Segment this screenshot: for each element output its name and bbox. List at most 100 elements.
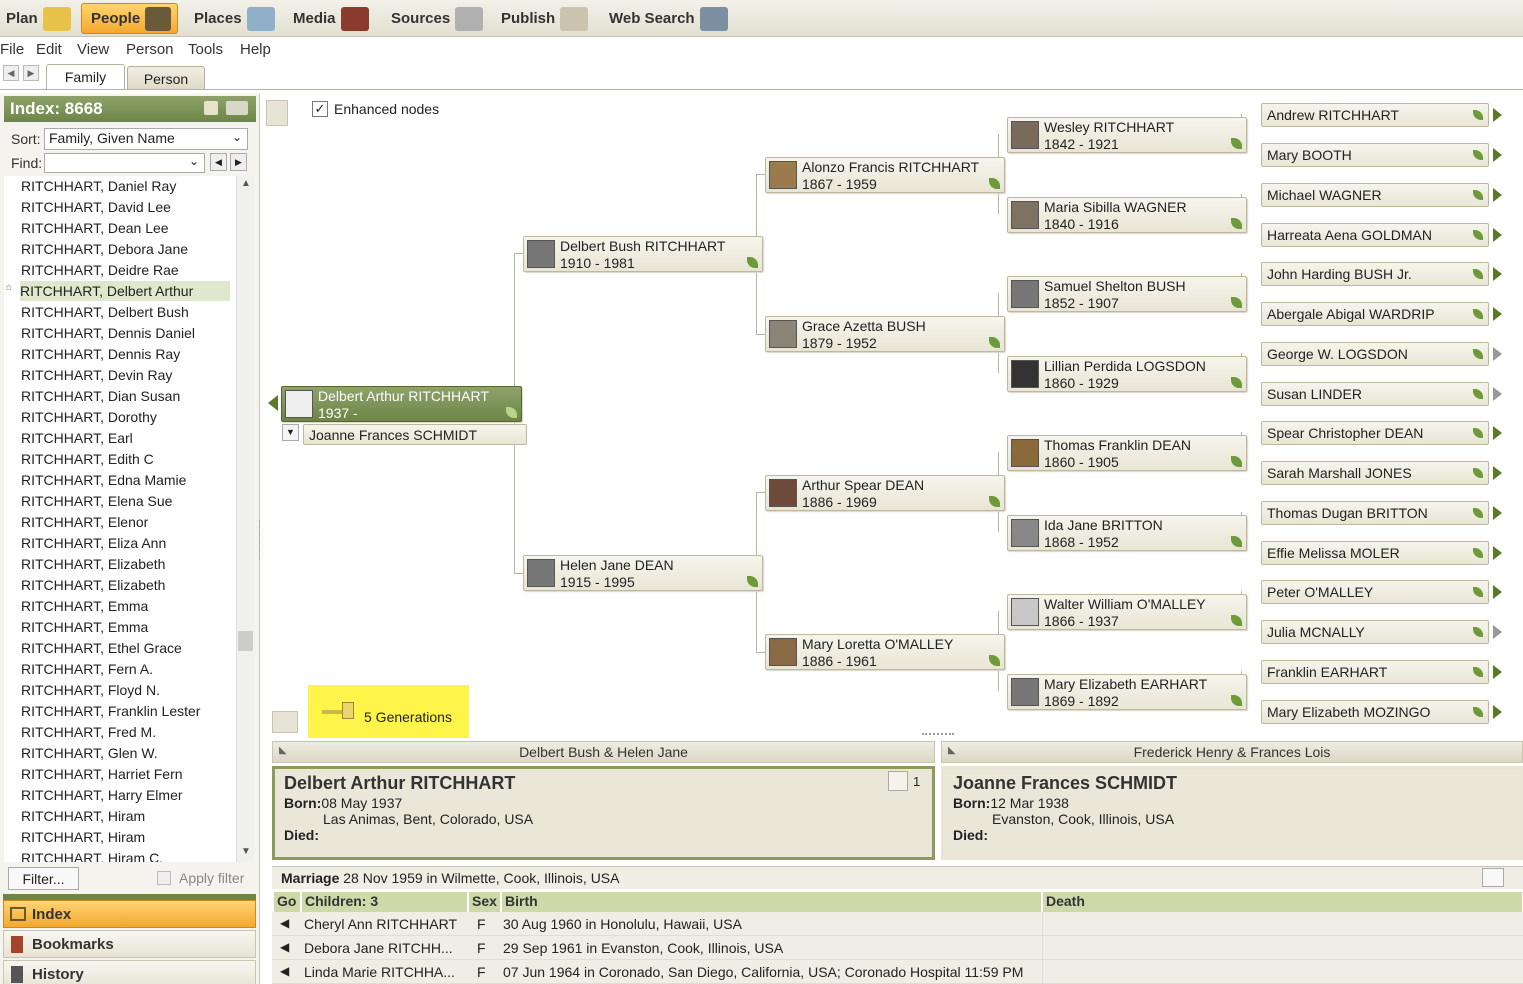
- spouse-person-icon[interactable]: [888, 771, 908, 791]
- expand-arrow-icon[interactable]: [1493, 387, 1502, 401]
- hint-leaf-icon[interactable]: [1231, 297, 1242, 308]
- expand-arrow-icon[interactable]: [1493, 267, 1502, 281]
- chart-options-icon[interactable]: [266, 100, 288, 126]
- person-box[interactable]: Delbert Bush RITCHHART 1910 - 1981: [523, 236, 763, 272]
- expand-arrow-icon[interactable]: [1493, 148, 1502, 162]
- apply-filter-checkbox[interactable]: [157, 871, 171, 885]
- table-row[interactable]: ◀ Debora Jane RITCHH... F 29 Sep 1961 in…: [272, 936, 1523, 960]
- list-item[interactable]: RITCHHART, Harriet Fern: [21, 766, 183, 782]
- person-box[interactable]: Mary Loretta O'MALLEY 1886 - 1961: [765, 634, 1005, 670]
- list-item[interactable]: RITCHHART, Harry Elmer: [21, 787, 183, 803]
- hint-leaf-icon[interactable]: [1473, 269, 1483, 279]
- husband-card[interactable]: Delbert Arthur RITCHHART Born:08 May 193…: [272, 766, 935, 860]
- list-item[interactable]: RITCHHART, Deidre Rae: [21, 262, 179, 278]
- hint-leaf-icon[interactable]: [1473, 389, 1483, 399]
- list-item[interactable]: RITCHHART, Debora Jane: [21, 241, 188, 257]
- list-item[interactable]: RITCHHART, Emma: [21, 598, 148, 614]
- hint-leaf-icon[interactable]: [1231, 536, 1242, 547]
- go-arrow-icon[interactable]: ◀: [280, 940, 289, 954]
- person-box[interactable]: Maria Sibilla WAGNER 1840 - 1916: [1007, 197, 1247, 233]
- expand-arrow-icon[interactable]: [1493, 108, 1502, 122]
- expand-arrow-icon[interactable]: [1493, 307, 1502, 321]
- list-item[interactable]: RITCHHART, Dean Lee: [21, 220, 169, 236]
- hint-leaf-icon[interactable]: [1231, 615, 1242, 626]
- expand-arrow-icon[interactable]: [1493, 705, 1502, 719]
- person-box-small[interactable]: Andrew RITCHHART: [1261, 103, 1489, 127]
- hint-leaf-icon[interactable]: [1473, 468, 1483, 478]
- expand-children-arrow[interactable]: [268, 395, 278, 411]
- filter-button[interactable]: Filter...: [8, 867, 79, 890]
- person-box-small[interactable]: Julia MCNALLY: [1261, 620, 1489, 644]
- hint-leaf-icon[interactable]: [747, 257, 758, 268]
- person-box-small[interactable]: Peter O'MALLEY: [1261, 580, 1489, 604]
- list-item[interactable]: RITCHHART, Hiram C.: [21, 850, 163, 862]
- list-item[interactable]: RITCHHART, David Lee: [21, 199, 171, 215]
- hint-leaf-icon[interactable]: [1473, 428, 1483, 438]
- list-item[interactable]: RITCHHART, Elizabeth: [21, 577, 165, 593]
- hint-leaf-icon[interactable]: [1473, 548, 1483, 558]
- hint-leaf-icon[interactable]: [1473, 150, 1483, 160]
- section-index[interactable]: Index: [3, 900, 256, 928]
- person-box[interactable]: Alonzo Francis RITCHHART 1867 - 1959: [765, 157, 1005, 193]
- menu-person[interactable]: Person: [126, 41, 174, 58]
- list-item[interactable]: RITCHHART, Dennis Ray: [21, 346, 180, 362]
- hint-leaf-icon[interactable]: [506, 407, 517, 418]
- hint-leaf-icon[interactable]: [989, 496, 1000, 507]
- list-item[interactable]: RITCHHART, Floyd N.: [21, 682, 160, 698]
- col-sex[interactable]: Sex: [469, 892, 501, 912]
- expand-arrow-icon[interactable]: [1493, 625, 1502, 639]
- list-item[interactable]: RITCHHART, Dian Susan: [21, 388, 180, 404]
- section-history[interactable]: History: [3, 960, 256, 984]
- scroll-thumb[interactable]: [238, 631, 253, 651]
- expand-arrow-icon[interactable]: [1493, 466, 1502, 480]
- person-box[interactable]: Wesley RITCHHART 1842 - 1921: [1007, 117, 1247, 153]
- scroll-up-icon[interactable]: ▲: [241, 178, 251, 189]
- table-row[interactable]: ◀ Cheryl Ann RITCHHART F 30 Aug 1960 in …: [272, 912, 1523, 936]
- hint-leaf-icon[interactable]: [1473, 627, 1483, 637]
- hint-leaf-icon[interactable]: [1231, 218, 1242, 229]
- list-item[interactable]: RITCHHART, Devin Ray: [21, 367, 172, 383]
- list-item[interactable]: RITCHHART, Franklin Lester: [21, 703, 200, 719]
- expand-arrow-icon[interactable]: [1493, 426, 1502, 440]
- root-person-box[interactable]: Delbert Arthur RITCHHART 1937 -: [281, 386, 522, 422]
- expand-arrow-icon[interactable]: [1493, 347, 1502, 361]
- person-box-small[interactable]: Effie Melissa MOLER: [1261, 541, 1489, 565]
- hint-leaf-icon[interactable]: [1231, 138, 1242, 149]
- section-bookmarks[interactable]: Bookmarks: [3, 930, 256, 958]
- person-box-small[interactable]: Harreata Aena GOLDMAN: [1261, 223, 1489, 247]
- col-children[interactable]: Children: 3: [302, 892, 468, 912]
- splitter-handle[interactable]: [922, 733, 954, 737]
- person-box[interactable]: Thomas Franklin DEAN 1860 - 1905: [1007, 435, 1247, 471]
- list-item[interactable]: RITCHHART, Dennis Daniel: [21, 325, 195, 341]
- list-item[interactable]: RITCHHART, Elizabeth: [21, 556, 165, 572]
- husband-parents-header[interactable]: ◣ Delbert Bush & Helen Jane: [272, 741, 935, 763]
- sort-select[interactable]: Family, Given Name ⌄: [44, 128, 248, 150]
- list-item[interactable]: RITCHHART, Elena Sue: [21, 493, 172, 509]
- find-prev-button[interactable]: ◀: [210, 153, 227, 171]
- home-icon[interactable]: [204, 101, 218, 115]
- tab-family[interactable]: Family: [46, 64, 125, 90]
- list-item[interactable]: RITCHHART, Hiram: [21, 829, 145, 845]
- marriage-row[interactable]: Marriage 28 Nov 1959 in Wilmette, Cook, …: [272, 866, 1523, 889]
- module-places[interactable]: Places: [190, 3, 279, 34]
- list-item[interactable]: RITCHHART, Ethel Grace: [21, 640, 182, 656]
- menu-edit[interactable]: Edit: [36, 41, 62, 58]
- wife-card[interactable]: Joanne Frances SCHMIDT Born:12 Mar 1938 …: [941, 766, 1523, 860]
- col-go[interactable]: Go: [274, 892, 301, 912]
- expand-arrow-icon[interactable]: [1493, 585, 1502, 599]
- tab-person[interactable]: Person: [127, 66, 205, 90]
- hint-leaf-icon[interactable]: [1231, 377, 1242, 388]
- list-item[interactable]: RITCHHART, Daniel Ray: [21, 178, 176, 194]
- person-box-small[interactable]: Michael WAGNER: [1261, 183, 1489, 207]
- module-plan[interactable]: Plan: [2, 3, 75, 34]
- hint-leaf-icon[interactable]: [1473, 587, 1483, 597]
- person-box[interactable]: Arthur Spear DEAN 1886 - 1969: [765, 475, 1005, 511]
- expand-arrow-icon[interactable]: [1493, 188, 1502, 202]
- list-item[interactable]: RITCHHART, Emma: [21, 619, 148, 635]
- find-input[interactable]: ⌄: [44, 153, 205, 173]
- hint-leaf-icon[interactable]: [1473, 667, 1483, 677]
- list-item[interactable]: RITCHHART, Fred M.: [21, 724, 156, 740]
- module-publish[interactable]: Publish: [497, 3, 592, 34]
- list-item[interactable]: RITCHHART, Earl: [21, 430, 133, 446]
- couple-icon[interactable]: [1482, 868, 1504, 887]
